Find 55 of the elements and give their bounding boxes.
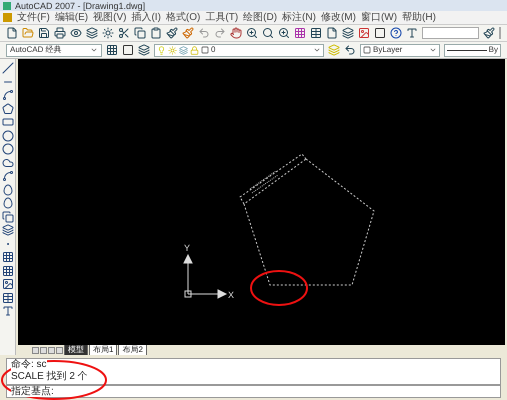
color-dropdown[interactable]: ByLayer (360, 44, 440, 56)
ucs-axes-icon (183, 254, 228, 299)
x-axis-label: X (228, 290, 234, 300)
lightbulb-icon (157, 46, 166, 54)
menu-item[interactable]: 文件(F) (17, 12, 50, 22)
polygon-icon[interactable] (2, 102, 14, 114)
pan-icon[interactable] (230, 27, 242, 39)
save-icon[interactable] (38, 27, 50, 39)
drawing-canvas[interactable]: Y X (18, 59, 505, 345)
workspace-dropdown[interactable]: AutoCAD 经典 (6, 44, 102, 56)
menu-item[interactable]: 视图(V) (93, 12, 126, 22)
copy-icon[interactable] (134, 27, 146, 39)
lock-icon (190, 46, 199, 54)
open-folder-icon[interactable] (22, 27, 34, 39)
window-title: AutoCAD 2007 - [Drawing1.dwg] (15, 2, 146, 11)
brush-icon[interactable] (166, 27, 178, 39)
menu-item[interactable]: 格式(O) (166, 12, 200, 22)
menu-item[interactable]: 绘图(D) (243, 12, 278, 22)
menu-item[interactable]: 标注(N) (282, 12, 316, 22)
text-style-icon[interactable] (406, 27, 418, 39)
scissors-icon[interactable] (118, 27, 130, 39)
layer-name: 0 (211, 46, 216, 54)
menu-item[interactable]: 编辑(E) (54, 12, 88, 22)
menu-item[interactable]: 窗口(W) (360, 12, 398, 22)
table-icon[interactable] (2, 292, 14, 304)
help-icon[interactable] (390, 27, 402, 39)
line-icon[interactable] (2, 62, 14, 74)
menu-item[interactable]: 帮助(H) (402, 12, 436, 22)
layer-dropdown[interactable]: 0 (154, 44, 324, 56)
command-input[interactable]: 指定基点: (6, 385, 501, 398)
sun-icon (168, 46, 177, 54)
polyline-icon[interactable] (2, 89, 14, 101)
menu-item[interactable]: 修改(M) (320, 12, 356, 22)
redo-icon[interactable] (214, 27, 226, 39)
rectangle-icon[interactable] (2, 116, 14, 128)
linetype-value: By (488, 46, 498, 54)
search-icon[interactable] (262, 27, 274, 39)
annotation-circle (250, 270, 308, 306)
zoom-icon[interactable] (246, 27, 258, 39)
text-icon[interactable] (2, 305, 14, 317)
color-value: ByLayer (373, 46, 402, 54)
printer-icon[interactable] (54, 27, 66, 39)
spline-icon[interactable] (2, 170, 14, 182)
linetype-dropdown[interactable]: By (444, 44, 501, 56)
undo-icon[interactable] (198, 27, 210, 39)
color-swatch-icon (201, 46, 209, 54)
y-axis-label: Y (184, 243, 190, 253)
command-prompt: 指定基点: (11, 386, 54, 396)
menu-item[interactable]: 工具(T) (205, 12, 238, 22)
cloud-icon[interactable] (2, 156, 14, 168)
color-swatch-icon (363, 46, 371, 54)
new-file-icon[interactable] (6, 27, 18, 39)
menu-item[interactable]: 插入(I) (131, 12, 161, 22)
paste-icon[interactable] (150, 27, 162, 39)
circle-icon[interactable] (2, 143, 14, 155)
